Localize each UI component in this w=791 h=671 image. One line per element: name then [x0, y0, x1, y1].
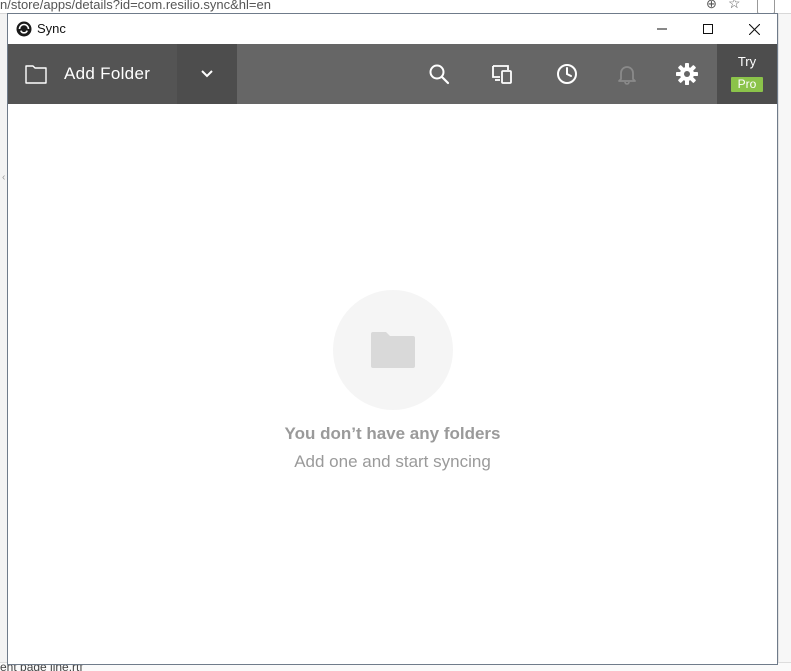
search-icon: [429, 64, 450, 85]
empty-state-title: You don’t have any folders: [284, 424, 501, 443]
notifications-button[interactable]: [615, 62, 639, 86]
zoom-icon[interactable]: ⊕: [706, 0, 717, 12]
background-page-right: [778, 14, 791, 664]
maximize-icon: [703, 24, 713, 34]
devices-button[interactable]: [491, 62, 515, 86]
resilio-logo-icon: [16, 21, 32, 37]
try-label: Try: [737, 54, 757, 69]
browser-address-bar[interactable]: n/store/apps/details?id=com.resilio.sync…: [0, 0, 791, 14]
minimize-button[interactable]: [639, 14, 685, 44]
bell-icon: [618, 66, 636, 85]
window-title: Sync: [37, 21, 66, 36]
search-button[interactable]: [427, 62, 451, 86]
history-button[interactable]: [555, 62, 579, 86]
folder-icon: [371, 332, 415, 368]
add-folder-label: Add Folder: [64, 64, 151, 83]
toolbar: Add Folder Try Pro: [8, 44, 777, 104]
close-button[interactable]: [731, 14, 777, 44]
browser-url-text: n/store/apps/details?id=com.resilio.sync…: [0, 0, 271, 12]
bookmark-star-icon[interactable]: ☆: [728, 0, 741, 12]
empty-state-illustration: [333, 290, 453, 410]
history-icon: [557, 64, 577, 84]
devices-icon: [492, 65, 512, 84]
pro-badge: Pro: [731, 77, 763, 92]
close-icon: [748, 23, 760, 35]
background-page-left: ‹: [0, 14, 7, 664]
minimize-icon: [657, 28, 667, 30]
try-pro-button[interactable]: Try Pro: [717, 44, 777, 104]
empty-state-subtitle: Add one and start syncing: [294, 452, 491, 471]
chevron-down-icon: [201, 70, 213, 78]
sync-window: Sync Add Folder Try Pro You don’t have a…: [7, 13, 778, 665]
add-folder-button[interactable]: Add Folder: [8, 44, 177, 104]
folder-icon: [25, 65, 47, 84]
settings-button[interactable]: [675, 62, 699, 86]
folder-list-area: You don’t have any folders Add one and s…: [8, 104, 777, 664]
title-bar[interactable]: Sync: [8, 14, 777, 44]
gear-icon: [676, 63, 698, 85]
background-chevron-icon: ‹: [2, 172, 6, 183]
rss-icon[interactable]: [757, 0, 775, 14]
maximize-button[interactable]: [685, 14, 731, 44]
add-folder-dropdown-button[interactable]: [177, 44, 237, 104]
